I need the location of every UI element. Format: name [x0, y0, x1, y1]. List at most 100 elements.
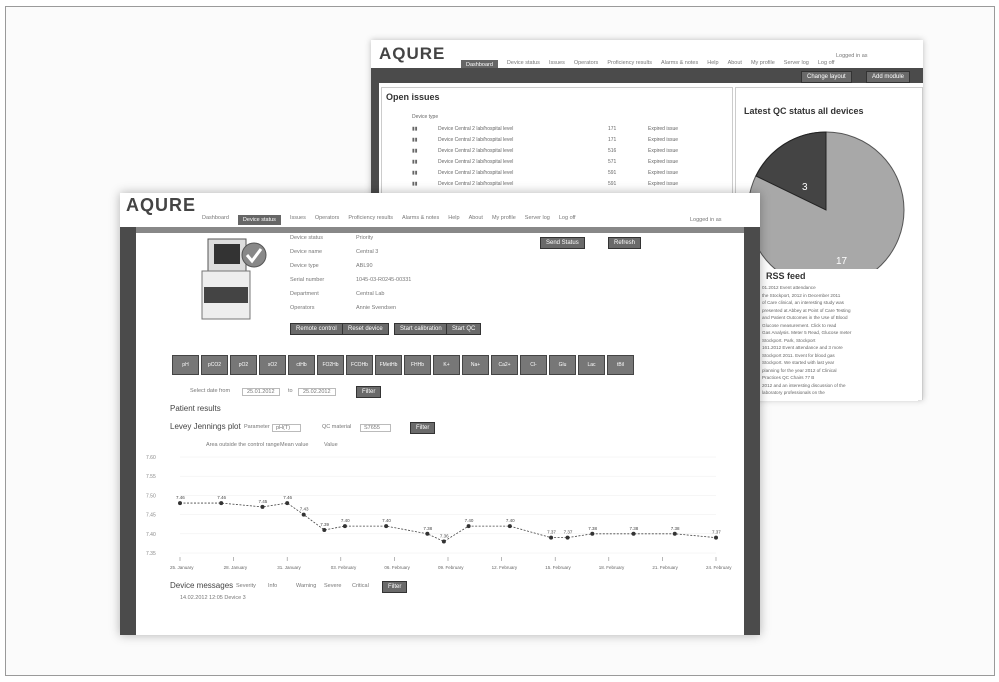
data-point — [322, 527, 327, 532]
severity-checkbox-info[interactable]: Info — [268, 583, 277, 589]
data-label: 7.37 — [564, 530, 573, 535]
toolbar-button-so2[interactable]: sO2 — [259, 355, 286, 375]
toolbar-button-ca2[interactable]: Ca2+ — [491, 355, 518, 375]
toolbar-button-cl[interactable]: Cl- — [520, 355, 547, 375]
rss-line: laboratory professionals on the — [762, 390, 825, 395]
data-label: 7.40 — [382, 518, 391, 523]
severity-checkbox-severe[interactable]: Severe — [324, 583, 341, 589]
nav-item-about[interactable]: About — [469, 215, 483, 225]
rss-line: Practices QC Chairs 77 B — [762, 375, 815, 380]
toolbar-button-na[interactable]: Na+ — [462, 355, 489, 375]
y-tick-label: 7.50 — [146, 493, 156, 499]
data-point — [466, 524, 471, 529]
toolbar-button-fmethb[interactable]: FMetHb — [375, 355, 402, 375]
issue-number: 171 — [608, 126, 617, 132]
nav-item-help[interactable]: Help — [448, 215, 459, 225]
data-point — [441, 539, 446, 544]
severity-checkbox-warning[interactable]: Warning — [296, 583, 316, 589]
messages-filter-button[interactable]: Filter — [382, 581, 408, 593]
device-image — [201, 238, 267, 320]
data-label: 7.38 — [423, 526, 432, 531]
nav-item-device-status[interactable]: Device status — [237, 215, 281, 225]
toolbar-button-k[interactable]: K+ — [433, 355, 460, 375]
levey-jennings-chart: 7.60 7.55 7.50 7.45 7.40 7.35 7.46 7.46 7.45 7.46… — [146, 455, 732, 570]
data-point — [384, 524, 389, 529]
x-tick-label: 12. February — [492, 565, 518, 570]
parameter-select[interactable]: pH(T) — [272, 424, 302, 432]
action-button-1[interactable]: Reset device — [342, 323, 389, 335]
patient-results-toggle[interactable]: Patient results — [170, 404, 221, 413]
device-info-value: Central 3 — [356, 249, 379, 255]
levey-filter-button[interactable]: Filter — [410, 422, 436, 434]
data-label: 7.40 — [506, 518, 515, 523]
issue-name[interactable]: Device Central 2 lab/hospital level — [438, 170, 513, 176]
levey-jennings-title[interactable]: Levey Jennings plot — [170, 422, 241, 431]
toolbar-button-cthb[interactable]: ctHb — [288, 355, 315, 375]
nav-item-operators[interactable]: Operators — [315, 215, 339, 225]
device-info-label: Device type — [290, 263, 319, 269]
issue-icon: ▮▮ — [412, 148, 418, 154]
issue-name[interactable]: Device Central 2 lab/hospital level — [438, 181, 513, 187]
nav-item-dashboard[interactable]: Dashboard — [202, 215, 229, 225]
issue-number: 516 — [608, 148, 617, 154]
issue-status: Expired issue — [648, 181, 679, 187]
nav-item-log-off[interactable]: Log off — [559, 215, 576, 225]
data-label: 7.40 — [465, 518, 474, 523]
toolbar-button-ph[interactable]: pH — [172, 355, 199, 375]
qc-material-select[interactable]: S7655 — [360, 424, 391, 432]
data-point — [549, 535, 554, 540]
toolbar-button-fo2hb[interactable]: FO2Hb — [317, 355, 344, 375]
nav-item-my-profile[interactable]: My profile — [492, 215, 516, 225]
device-messages-title[interactable]: Device messages — [170, 581, 233, 590]
y-tick-label: 7.40 — [146, 532, 156, 538]
toolbar-button-po2[interactable]: pO2 — [230, 355, 257, 375]
toolbar-button-tbil[interactable]: tBil — [607, 355, 634, 375]
rss-line: Gas Analysis. Meter 5 Read, Glucose mete… — [762, 330, 852, 335]
issue-name[interactable]: Device Central 2 lab/hospital level — [438, 148, 513, 154]
issue-number: 171 — [608, 137, 617, 143]
send-status-button[interactable]: Send Status — [540, 237, 585, 249]
nav-item-issues[interactable]: Issues — [290, 215, 306, 225]
issue-name[interactable]: Device Central 2 lab/hospital level — [438, 126, 513, 132]
main-nav: Dashboard Device status Issues Operators Pro… — [202, 215, 576, 225]
x-tick-label: 24. February — [706, 565, 732, 570]
rss-line: and Patient Outcomes in the Use of Blood — [762, 315, 848, 320]
issue-status: Expired issue — [648, 170, 679, 176]
data-point — [425, 531, 430, 536]
action-button-2[interactable]: Start calibration — [394, 323, 448, 335]
severity-label: Severity — [236, 583, 256, 589]
rss-line: 2012 and an interesting discussion of th… — [762, 382, 846, 388]
add-module-button[interactable]: Add module — [866, 71, 911, 83]
rss-line: of Care clinical, an interesting study w… — [762, 300, 844, 305]
nav-item-proficiency-results[interactable]: Proficiency results — [348, 215, 393, 225]
date-to-input[interactable]: 25.02.2012 — [298, 388, 336, 396]
action-button-0[interactable]: Remote control — [290, 323, 343, 335]
issue-name[interactable]: Device Central 2 lab/hospital level — [438, 137, 513, 143]
toolbar-button-fcohb[interactable]: FCOHb — [346, 355, 373, 375]
qc-material-label: QC material — [322, 424, 352, 430]
rss-line: Glucose measurement. Click to read — [762, 322, 837, 328]
severity-checkbox-critical[interactable]: Critical — [352, 583, 369, 589]
date-from-input[interactable]: 25.01.2012 — [242, 388, 280, 396]
issue-status: Expired issue — [648, 137, 679, 143]
data-label: 7.39 — [320, 522, 329, 527]
toolbar-button-fhhb[interactable]: FHHb — [404, 355, 431, 375]
data-point — [219, 501, 224, 506]
nav-item-alarms-notes[interactable]: Alarms & notes — [402, 215, 439, 225]
panel-title: RSS feed — [766, 271, 806, 281]
nav-item-server-log[interactable]: Server log — [525, 215, 550, 225]
change-layout-button[interactable]: Change layout — [801, 71, 852, 83]
user-info: Logged in as — [690, 217, 722, 223]
date-filter-button[interactable]: Filter — [356, 386, 382, 398]
issue-name[interactable]: Device Central 2 lab/hospital level — [438, 159, 513, 165]
device-info-label: Operators — [290, 305, 315, 311]
screenshot-frame: AQURE Dashboard Device status Issues Operat… — [5, 6, 995, 676]
x-tick-label: 09. February — [438, 565, 464, 570]
data-point — [631, 531, 636, 536]
toolbar-button-lac[interactable]: Lac — [578, 355, 605, 375]
refresh-button[interactable]: Refresh — [608, 237, 642, 249]
action-button-3[interactable]: Start QC — [446, 323, 482, 335]
toolbar-button-glu[interactable]: Glu — [549, 355, 576, 375]
toolbar-button-pco2[interactable]: pCO2 — [201, 355, 228, 375]
rss-line: planning for the year 2012 of Clinical — [762, 367, 837, 373]
